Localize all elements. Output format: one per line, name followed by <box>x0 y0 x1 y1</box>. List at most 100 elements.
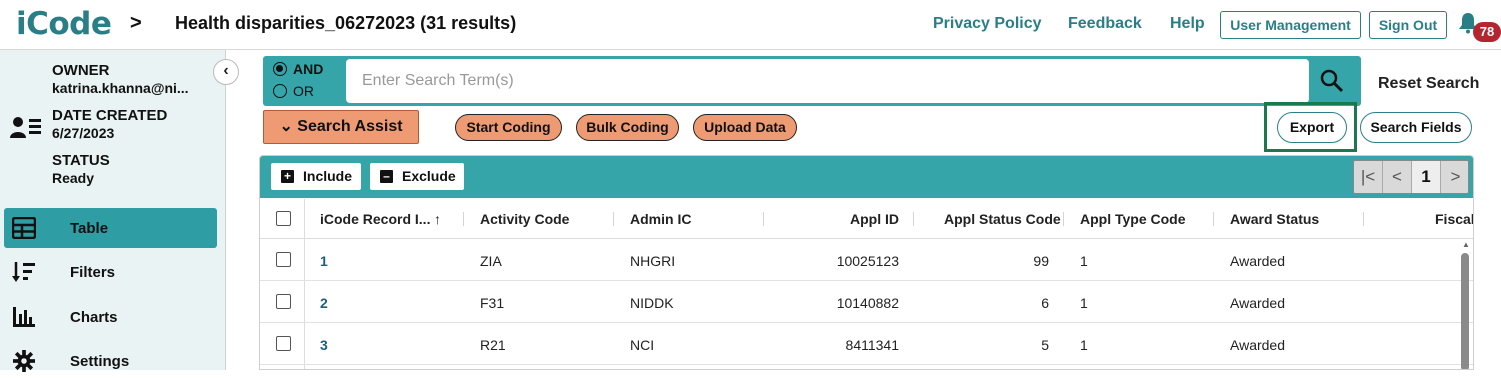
appl-id-cell: 10140882 <box>836 295 899 311</box>
date-created-label: DATE CREATED <box>52 107 168 124</box>
column-header-activity-code[interactable]: Activity Code <box>480 211 569 227</box>
sidebar-item-label: Settings <box>70 353 130 370</box>
column-separator[interactable] <box>1063 212 1064 226</box>
column-header-admin-ic[interactable]: Admin IC <box>630 211 691 227</box>
sidebar-item-charts[interactable]: Charts <box>4 297 217 337</box>
radio-selected-icon[interactable] <box>273 62 287 76</box>
collapse-sidebar-button[interactable]: ‹ <box>213 59 239 85</box>
include-button[interactable]: + Include <box>271 163 361 190</box>
search-bar: AND OR <box>263 56 1361 106</box>
search-assist-button[interactable]: ⌄ Search Assist <box>263 110 419 144</box>
notification-badge[interactable]: 78 <box>1473 22 1501 42</box>
record-id-link[interactable]: 2 <box>320 295 328 311</box>
record-id-link[interactable]: 1 <box>320 253 328 269</box>
search-input[interactable] <box>346 59 1309 103</box>
upload-data-button[interactable]: Upload Data <box>693 114 797 141</box>
plus-icon: + <box>281 170 294 183</box>
feedback-link[interactable]: Feedback <box>1068 15 1142 33</box>
column-header-record-id[interactable]: iCode Record I... <box>320 211 430 227</box>
appl-type-code-cell: 1 <box>1080 253 1088 269</box>
record-id-link[interactable]: 3 <box>320 337 328 353</box>
start-coding-button[interactable]: Start Coding <box>455 114 562 141</box>
reset-search-button[interactable]: Reset Search <box>1378 75 1479 93</box>
admin-ic-cell: NHGRI <box>630 253 676 269</box>
row-checkbox[interactable] <box>276 252 291 267</box>
admin-ic-cell: NCI <box>630 337 655 353</box>
date-created-value: 6/27/2023 <box>52 125 115 141</box>
owner-label: OWNER <box>52 62 110 79</box>
column-separator[interactable] <box>463 212 464 226</box>
row-checkbox[interactable] <box>276 294 291 309</box>
appl-status-code-cell: 6 <box>1041 295 1049 311</box>
sidebar-item-label: Table <box>70 220 109 237</box>
admin-ic-cell: NIDDK <box>630 295 674 311</box>
filter-sort-icon <box>12 262 35 282</box>
sidebar-item-table[interactable]: Table <box>4 208 217 248</box>
chevron-down-icon: ⌄ <box>279 118 293 135</box>
page-title: Health disparities_06272023 (31 results) <box>175 13 517 33</box>
sort-ascending-icon[interactable]: ↑ <box>434 211 441 227</box>
next-page-icon[interactable]: > <box>1441 161 1468 193</box>
top-header: iCode > Health disparities_06272023 (31 … <box>0 0 1501 50</box>
user-management-button[interactable]: User Management <box>1220 11 1361 39</box>
column-header-appl-type-code[interactable]: Appl Type Code <box>1080 211 1186 227</box>
table-row[interactable]: 3 R21 NCI 8411341 5 1 Awarded <box>260 323 1473 365</box>
sidebar: OWNER katrina.khanna@ni... DATE CREATED … <box>0 50 226 372</box>
bulk-coding-button[interactable]: Bulk Coding <box>576 114 679 141</box>
vertical-scrollbar[interactable] <box>1461 253 1469 369</box>
column-header-fiscal-year[interactable]: Fiscal Y <box>1435 211 1473 227</box>
chevron-right-icon[interactable]: > <box>130 12 142 35</box>
scroll-up-icon[interactable]: ▲ <box>1462 240 1470 249</box>
sidebar-item-label: Filters <box>70 264 116 281</box>
first-page-icon[interactable]: |< <box>1354 161 1383 193</box>
bar-chart-icon <box>13 307 35 327</box>
current-page[interactable]: 1 <box>1412 161 1441 193</box>
column-separator[interactable] <box>1363 212 1364 226</box>
and-radio[interactable]: AND <box>273 61 323 77</box>
sidebar-item-filters[interactable]: Filters <box>4 252 217 292</box>
column-separator[interactable] <box>913 212 914 226</box>
or-radio[interactable]: OR <box>273 83 314 99</box>
appl-type-code-cell: 1 <box>1080 337 1088 353</box>
select-all-checkbox[interactable] <box>276 211 291 226</box>
sidebar-item-settings[interactable]: Settings <box>4 341 217 381</box>
activity-code-cell: F31 <box>480 295 505 311</box>
table-row[interactable]: 2 F31 NIDDK 10140882 6 1 Awarded <box>260 281 1473 323</box>
privacy-policy-link[interactable]: Privacy Policy <box>933 15 1042 33</box>
status-label: STATUS <box>52 152 110 169</box>
award-status-cell: Awarded <box>1230 295 1286 311</box>
appl-status-code-cell: 99 <box>1033 253 1049 269</box>
icode-logo[interactable]: iCode <box>16 6 112 42</box>
appl-id-cell: 10025123 <box>836 253 899 269</box>
column-header-appl-status-code[interactable]: Appl Status Code <box>944 211 1061 227</box>
pagination: |< < 1 > <box>1353 160 1469 194</box>
exclude-button[interactable]: – Exclude <box>370 163 464 190</box>
column-header-award-status[interactable]: Award Status <box>1230 211 1319 227</box>
minus-icon: – <box>380 170 393 183</box>
search-fields-button[interactable]: Search Fields <box>1360 112 1472 143</box>
export-button[interactable]: Export <box>1277 112 1347 143</box>
gear-icon <box>13 350 35 372</box>
row-checkbox[interactable] <box>276 336 291 351</box>
search-icon[interactable] <box>1319 68 1345 94</box>
column-separator[interactable] <box>613 212 614 226</box>
owner-value: katrina.khanna@ni... <box>52 80 189 96</box>
table-row[interactable]: 1 ZIA NHGRI 10025123 99 1 Awarded <box>260 239 1473 281</box>
results-table-panel: + Include – Exclude |< < 1 > iCode Recor… <box>259 155 1474 370</box>
table-toolbar: + Include – Exclude |< < 1 > <box>260 156 1473 198</box>
column-separator[interactable] <box>1213 212 1214 226</box>
sign-out-button[interactable]: Sign Out <box>1369 11 1447 39</box>
table-icon <box>12 217 36 239</box>
activity-code-cell: R21 <box>480 337 506 353</box>
award-status-cell: Awarded <box>1230 337 1286 353</box>
contact-card-icon <box>10 117 41 138</box>
radio-unselected-icon[interactable] <box>273 84 287 98</box>
prev-page-icon[interactable]: < <box>1383 161 1412 193</box>
table-header: iCode Record I... ↑ Activity Code Admin … <box>260 199 1473 239</box>
award-status-cell: Awarded <box>1230 253 1286 269</box>
appl-type-code-cell: 1 <box>1080 295 1088 311</box>
column-header-appl-id[interactable]: Appl ID <box>850 211 899 227</box>
column-separator[interactable] <box>763 212 764 226</box>
activity-code-cell: ZIA <box>480 253 502 269</box>
help-link[interactable]: Help <box>1170 15 1205 33</box>
